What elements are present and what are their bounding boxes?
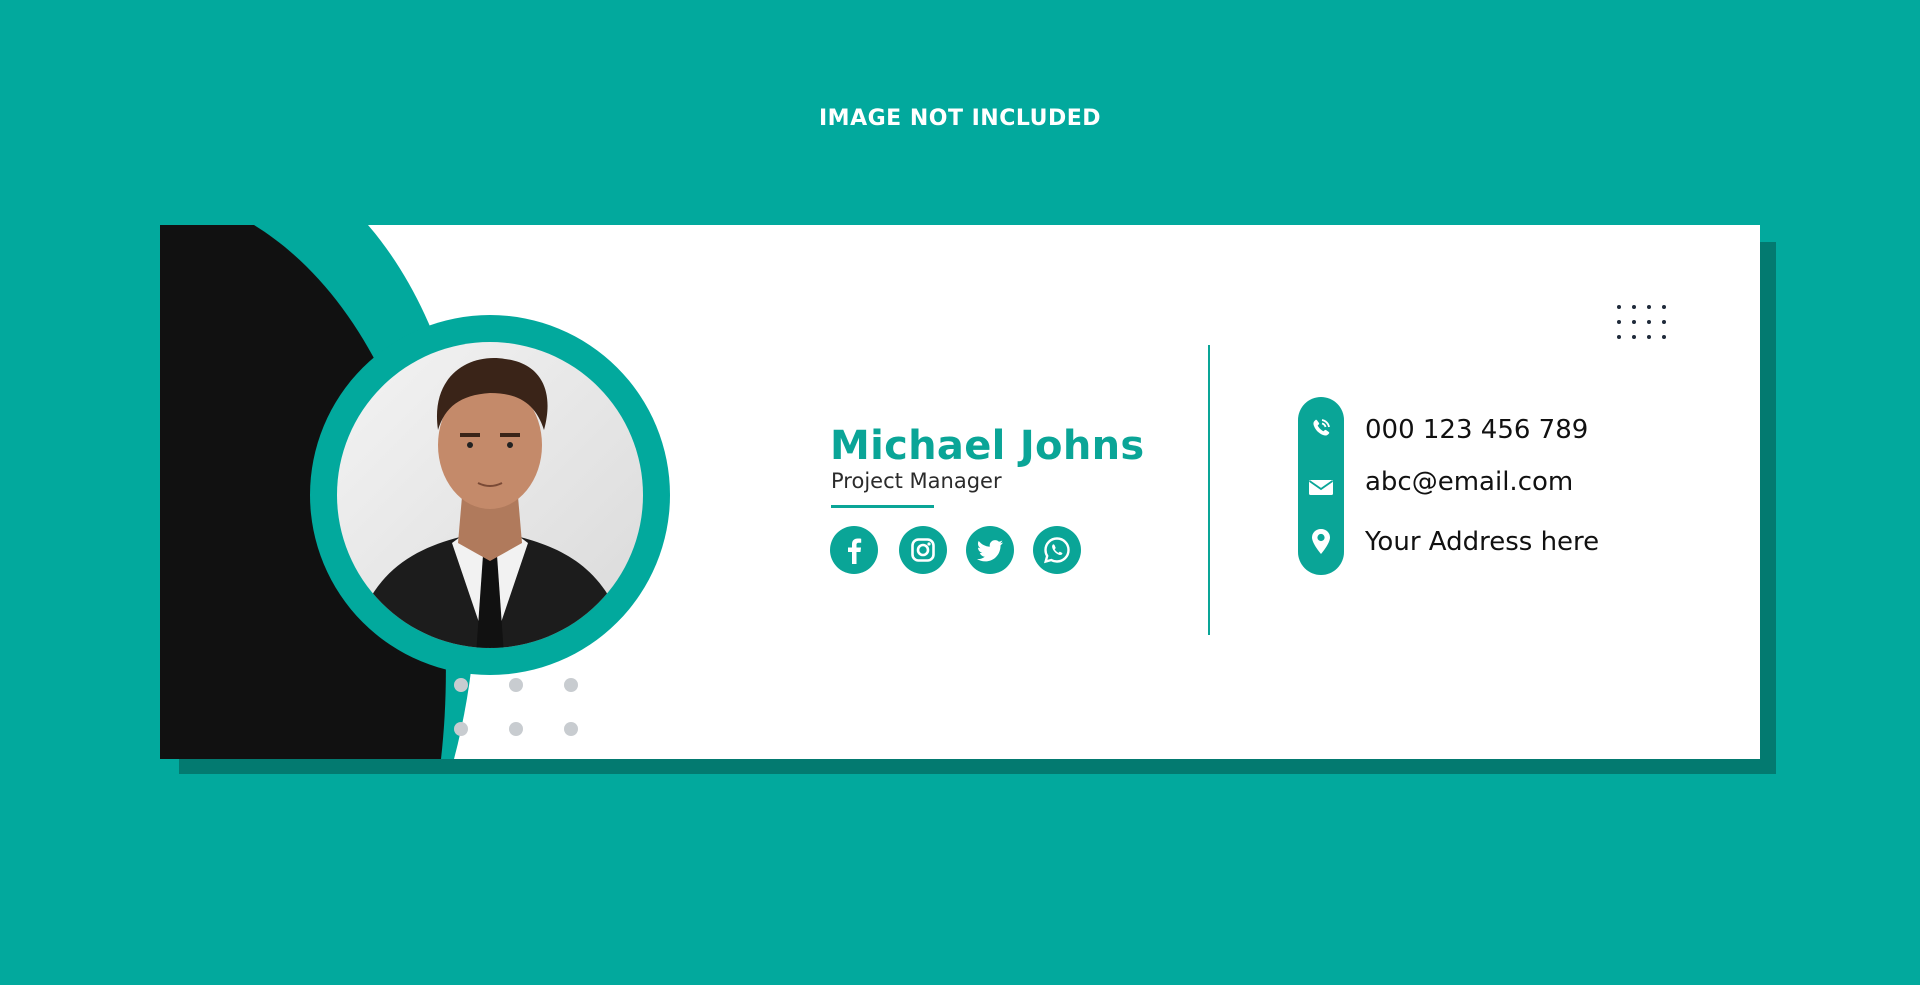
person-name: Michael Johns [830, 423, 1145, 469]
banner-text: IMAGE NOT INCLUDED [818, 106, 1102, 131]
instagram-button[interactable] [899, 526, 947, 574]
job-title: Project Manager [831, 469, 1002, 493]
mail-icon [1308, 480, 1334, 495]
postal-address: Your Address here [1365, 527, 1600, 557]
title-underline [831, 505, 934, 508]
facebook-icon [848, 538, 862, 564]
contact-icons-pill [1298, 397, 1344, 575]
phone-icon [1313, 419, 1330, 436]
email-address[interactable]: abc@email.com [1365, 467, 1573, 497]
whatsapp-icon [1043, 537, 1070, 564]
instagram-icon [911, 538, 935, 562]
facebook-button[interactable] [830, 526, 878, 574]
vertical-divider [1208, 345, 1210, 635]
twitter-button[interactable] [966, 526, 1014, 574]
twitter-icon [977, 540, 1003, 562]
dark-dots-decoration [1617, 305, 1666, 339]
email-signature-card: Michael Johns Project Manager 000 123 45… [160, 225, 1760, 759]
location-pin-icon [1312, 529, 1330, 554]
phone-number[interactable]: 000 123 456 789 [1365, 415, 1588, 445]
whatsapp-button[interactable] [1033, 526, 1081, 574]
